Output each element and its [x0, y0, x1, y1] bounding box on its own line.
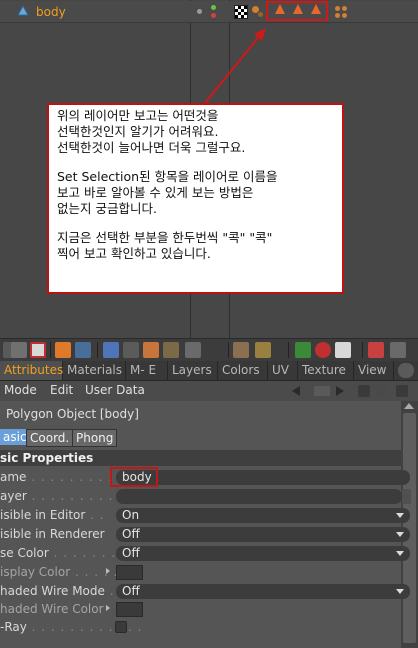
bone-icon[interactable]: [143, 342, 159, 358]
callout-paragraph: 지금은 선택한 부분을 한두번씩 "콕" "콕" 찍어 보고 확인하고 있습니다…: [57, 230, 273, 261]
chevron-down-icon: [396, 532, 404, 537]
layer-label: ayer . . . . . . . . . . .: [0, 489, 133, 503]
scroll-up-icon[interactable]: [404, 403, 414, 409]
window-icon[interactable]: [368, 342, 384, 358]
shaded-wire-color-swatch[interactable]: [116, 602, 143, 617]
tabs-scroll-button[interactable]: [398, 363, 414, 378]
tab-materials[interactable]: Materials: [63, 361, 126, 380]
play-icon[interactable]: [295, 342, 311, 358]
subtab-phong[interactable]: Phong: [72, 429, 118, 447]
record-icon[interactable]: [315, 342, 331, 358]
layout-icon[interactable]: [390, 342, 406, 358]
tab-uv[interactable]: UV: [268, 361, 298, 380]
tab-m-e[interactable]: M- E: [126, 361, 168, 380]
brush-icon[interactable]: [185, 342, 201, 358]
forward-arrow-icon[interactable]: [336, 386, 344, 396]
back-arrow-icon[interactable]: [292, 386, 300, 396]
key-icon[interactable]: [335, 342, 351, 358]
menu-mode[interactable]: Mode: [4, 383, 37, 397]
joint-icon[interactable]: [163, 342, 179, 358]
chevron-down-icon: [396, 513, 404, 518]
menu-edit[interactable]: Edit: [50, 383, 73, 397]
ik-icon[interactable]: [123, 342, 139, 358]
section-header: sic Properties: [0, 450, 401, 466]
shaded-wire-mode-dropdown[interactable]: Off: [116, 584, 410, 599]
name-field-highlight: [110, 467, 158, 487]
use-color-dropdown[interactable]: Off: [116, 546, 410, 561]
use-color-label: se Color . . . . . . . .: [0, 546, 126, 560]
attributes-scrollbar[interactable]: [401, 401, 418, 648]
up-arrow-icon[interactable]: [314, 386, 330, 396]
xray-checkbox[interactable]: [115, 621, 127, 633]
checker-icon[interactable]: [233, 342, 249, 358]
tab-layers[interactable]: Layers: [168, 361, 218, 380]
new-window-icon[interactable]: [376, 385, 388, 397]
live-select-icon[interactable]: [55, 342, 71, 358]
annotation-callout: 위의 레이어만 보고는 어떤것을 선택한것인지 알기가 어려워요. 선택한것이 …: [47, 103, 344, 294]
attributes-menu-bar: Mode Edit User Data: [0, 381, 418, 401]
layer-arrow-button[interactable]: [402, 489, 411, 504]
callout-paragraph: 위의 레이어만 보고는 어떤것을 선택한것인지 알기가 어려워요. 선택한것이 …: [57, 108, 246, 155]
layer-field[interactable]: [116, 489, 402, 504]
section-title: sic Properties: [0, 451, 94, 465]
callout-paragraph: Set Selection된 항목을 레이어로 이름을 보고 바로 알아볼 수 …: [57, 169, 278, 216]
menu-user-data[interactable]: User Data: [85, 383, 145, 397]
move-tool-icon[interactable]: [75, 342, 91, 358]
chevron-down-icon: [396, 551, 404, 556]
name-field[interactable]: body: [116, 470, 410, 485]
expand-arrow-icon[interactable]: [106, 568, 110, 574]
render-icon[interactable]: [30, 342, 46, 358]
visible-in-editor-dropdown[interactable]: On: [116, 508, 410, 523]
shaded-wire-mode-label: haded Wire Mode .: [0, 584, 115, 598]
move-icon[interactable]: [103, 342, 119, 358]
tab-colors[interactable]: Colors: [218, 361, 268, 380]
display-color-swatch[interactable]: [116, 565, 143, 580]
visible-in-renderer-dropdown[interactable]: Off: [116, 527, 410, 542]
scene-icon[interactable]: [11, 342, 27, 358]
tab-texture[interactable]: Texture: [298, 361, 354, 380]
tab-attributes[interactable]: Attributes: [0, 361, 63, 380]
subtab-coord[interactable]: Coord.: [26, 429, 74, 447]
object-title: Polygon Object [body]: [6, 407, 139, 421]
display-color-label: isplay Color . . . . .: [0, 565, 119, 579]
lock-icon[interactable]: [358, 385, 370, 397]
expand-arrow-icon[interactable]: [106, 605, 110, 611]
object-manager: body 위의 레이어만 보고는 어떤것을 선택한것인지 알기가 어려워요. 선…: [0, 0, 418, 338]
visible-in-renderer-label: isible in Renderer: [0, 527, 105, 541]
visible-in-editor-label: isible in Editor . .: [0, 508, 105, 522]
object-manager-toolbar: [0, 338, 418, 361]
manager-tabs: Attributes Materials M- E Layers Colors …: [0, 361, 418, 381]
chevron-down-icon: [396, 589, 404, 594]
pen-icon[interactable]: [255, 342, 271, 358]
tab-view[interactable]: View: [354, 361, 394, 380]
settings-icon[interactable]: [396, 385, 408, 397]
shaded-wire-color-label: haded Wire Color: [0, 602, 104, 616]
